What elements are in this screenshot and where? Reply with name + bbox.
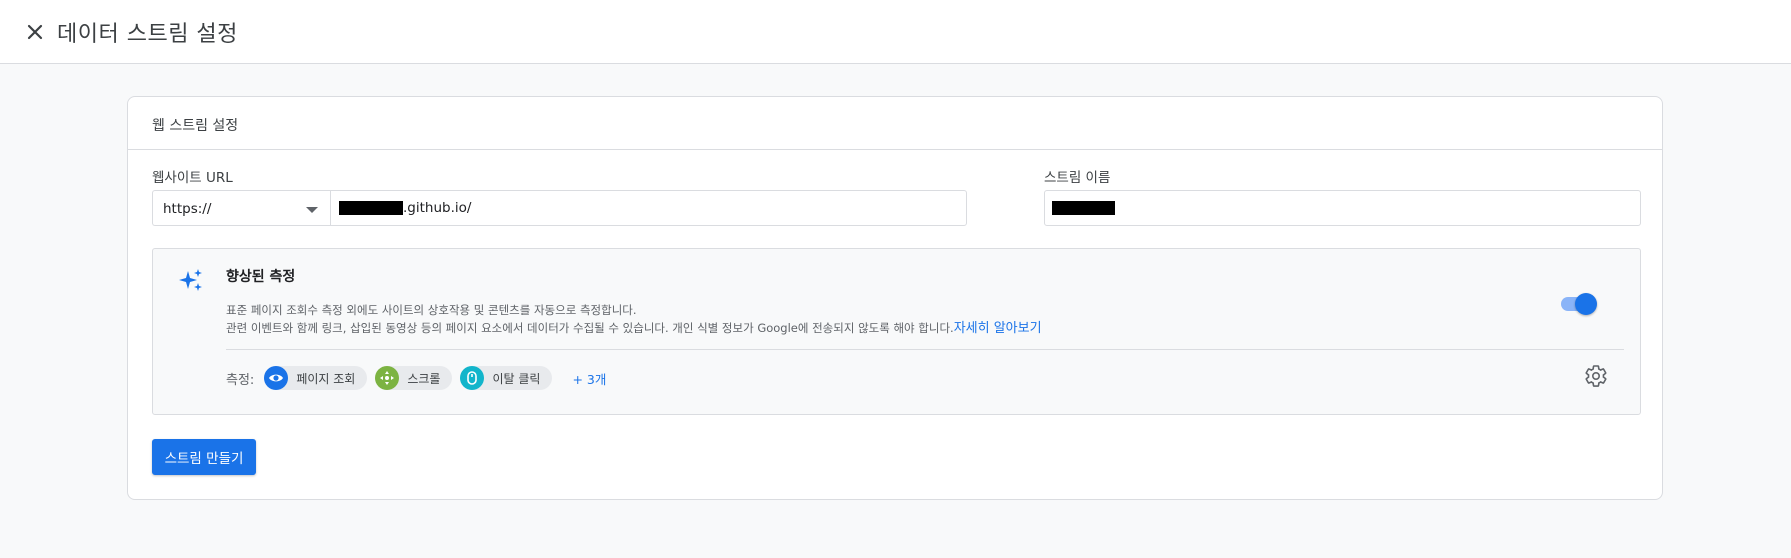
protocol-select[interactable]: https:// [152, 190, 330, 226]
chip-outbound-click[interactable]: 이탈 클릭 [460, 366, 553, 390]
mouse-icon [460, 366, 485, 390]
measurement-label: 측정: [226, 372, 255, 388]
redacted-block [339, 201, 403, 215]
enhanced-measurement-toggle[interactable] [1559, 292, 1597, 315]
toggle-thumb [1575, 293, 1597, 315]
enhanced-measurement-title: 향상된 측정 [226, 269, 296, 285]
close-icon [27, 24, 43, 40]
description-line-2: 관련 이벤트와 함께 링크, 삽입된 동영상 등의 페이지 요소에서 데이터가 … [226, 319, 1042, 338]
redacted-block [1052, 201, 1115, 215]
enhanced-measurement-panel: 향상된 측정 표준 페이지 조회수 측정 외에도 사이트의 상호작용 및 콘텐츠… [152, 248, 1641, 415]
gear-icon[interactable] [1584, 364, 1608, 388]
close-button[interactable] [22, 19, 48, 45]
website-url-suffix: .github.io/ [403, 200, 472, 216]
stream-name-input[interactable] [1044, 190, 1641, 226]
enhanced-measurement-description: 표준 페이지 조회수 측정 외에도 사이트의 상호작용 및 콘텐츠를 자동으로 … [226, 301, 1042, 338]
card-title: 웹 스트림 설정 [152, 118, 239, 134]
measurement-chips-row: 측정: 페이지 조회 스크롤 이탈 클릭 + 3개 [226, 365, 606, 391]
description-line-2-text: 관련 이벤트와 함께 링크, 삽입된 동영상 등의 페이지 요소에서 데이터가 … [226, 321, 954, 335]
chip-scroll[interactable]: 스크롤 [375, 366, 453, 390]
more-measurements-link[interactable]: + 3개 [572, 369, 606, 388]
chip-label: 페이지 조회 [296, 371, 356, 386]
description-line-1: 표준 페이지 조회수 측정 외에도 사이트의 상호작용 및 콘텐츠를 자동으로 … [226, 303, 637, 317]
eye-icon [264, 366, 289, 390]
protocol-select-value: https:// [163, 201, 212, 217]
stream-name-label: 스트림 이름 [1044, 170, 1111, 186]
chip-label: 이탈 클릭 [492, 371, 541, 386]
create-stream-button[interactable]: 스트림 만들기 [152, 439, 256, 475]
chip-label: 스크롤 [407, 371, 441, 386]
scroll-crosshair-icon [375, 366, 400, 390]
chevron-down-icon [306, 207, 318, 213]
web-stream-setup-card: 웹 스트림 설정 웹사이트 URL https:// .github.io/ 스… [127, 96, 1663, 500]
chip-page-view[interactable]: 페이지 조회 [264, 366, 368, 390]
divider [226, 349, 1624, 350]
website-url-input[interactable]: .github.io/ [330, 190, 967, 226]
learn-more-link[interactable]: 자세히 알아보기 [954, 321, 1042, 336]
card-header: 웹 스트림 설정 [128, 97, 1662, 150]
sparkle-icon [179, 269, 202, 291]
website-url-label: 웹사이트 URL [152, 170, 233, 186]
page-title: 데이터 스트림 설정 [57, 22, 238, 47]
top-bar: 데이터 스트림 설정 [0, 0, 1791, 64]
